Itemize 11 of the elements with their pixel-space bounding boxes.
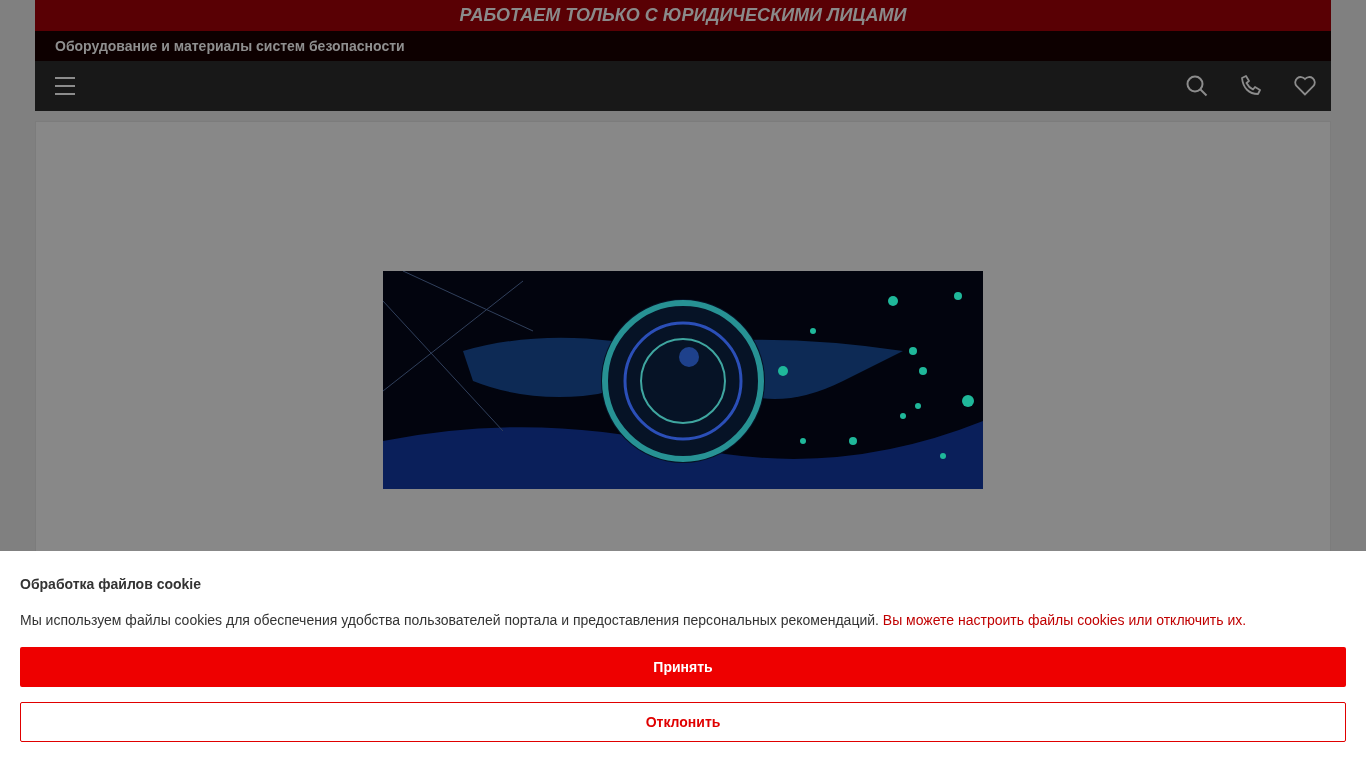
phone-icon[interactable] bbox=[1240, 75, 1262, 97]
site-subtitle: Оборудование и материалы систем безопасности bbox=[55, 38, 405, 54]
search-icon[interactable] bbox=[1186, 75, 1208, 97]
cookie-text: Мы используем файлы cookies для обеспечения удобства пользователей портала и предоставления персональных рекомендаций. Вы можете настроить файлы cookies или отключить их. bbox=[20, 611, 1248, 630]
banner-text: РАБОТАЕМ ТОЛЬКО С ЮРИДИЧЕСКИМИ ЛИЦАМИ bbox=[459, 5, 907, 26]
cookie-title: Обработка файлов cookie bbox=[20, 575, 202, 594]
decline-button[interactable]: Отклонить bbox=[20, 702, 1346, 742]
cookie-settings-link[interactable]: Вы можете настроить файлы cookies или отключить их. bbox=[882, 612, 1247, 628]
heart-icon[interactable] bbox=[1294, 76, 1316, 96]
menu-icon[interactable] bbox=[55, 77, 75, 95]
accept-button[interactable]: Принять bbox=[20, 647, 1346, 687]
